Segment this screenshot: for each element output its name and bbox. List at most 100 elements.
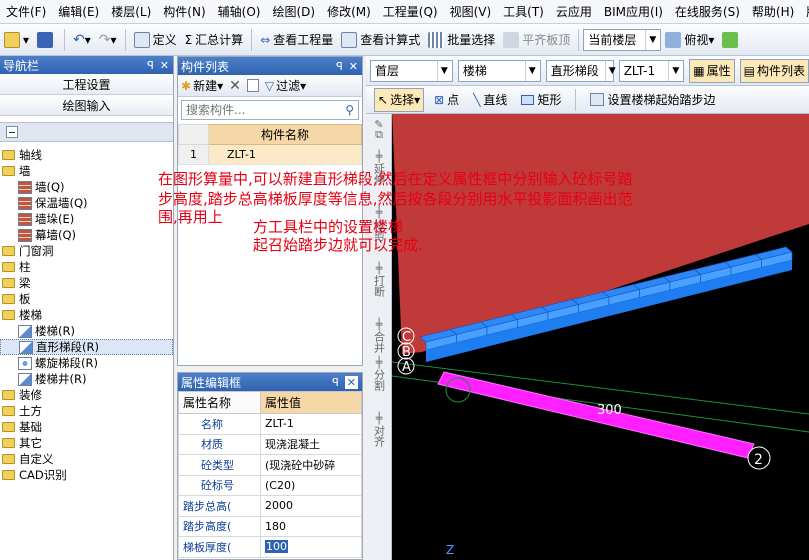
tree-item[interactable]: 楼梯(R)	[0, 323, 173, 339]
menu-item[interactable]: 辅轴(O)	[212, 3, 267, 20]
property-row[interactable]: 踏步总高(2000	[178, 495, 362, 517]
tree-folder[interactable]: 门窗洞	[0, 243, 173, 259]
menu-item[interactable]: 工具(T)	[497, 3, 550, 20]
menu-item[interactable]: 修改(M)	[321, 3, 377, 20]
view-formula-button[interactable]: 查看计算式	[337, 28, 424, 52]
tree-folder[interactable]: 板	[0, 291, 173, 307]
menu-item[interactable]: 版本号(B)	[800, 3, 809, 20]
open-button[interactable]: ▾	[0, 28, 33, 52]
line-button[interactable]: ╲ 直线	[469, 88, 511, 112]
define-button[interactable]: 定义	[130, 28, 181, 52]
tree-item[interactable]: 墙(Q)	[0, 179, 173, 195]
tree-item[interactable]: 楼梯井(R)	[0, 371, 173, 387]
property-btn-label: 属性	[706, 64, 731, 78]
property-row[interactable]: 材质 现浇混凝土	[178, 433, 362, 455]
menu-item[interactable]: 构件(N)	[157, 3, 211, 20]
vtool-item[interactable]: ╪ 合并	[366, 318, 392, 353]
property-value[interactable]: ZLT-1	[260, 413, 362, 435]
type-select[interactable]: 直形梯段 ▼	[545, 59, 616, 82]
tree-folder[interactable]: 自定义	[0, 451, 173, 467]
view-qty-button[interactable]: ⇔ 查看工程量	[256, 28, 337, 52]
tree-folder[interactable]: 装修	[0, 387, 173, 403]
tree-folder[interactable]: 楼梯	[0, 307, 173, 323]
align-slab-button[interactable]: 平齐板顶	[499, 28, 574, 52]
tree-folder[interactable]: 墙	[0, 163, 173, 179]
menu-item[interactable]: 楼层(L)	[105, 3, 157, 20]
search-icon[interactable]: ⚲	[345, 103, 354, 117]
collapse-icon[interactable]	[6, 126, 18, 138]
current-floor-select[interactable]: 当前楼层 ▼	[583, 28, 662, 51]
property-row[interactable]: 踏步高度(180	[178, 515, 362, 537]
tree-item[interactable]: 螺旋梯段(R)	[0, 355, 173, 371]
tree-folder[interactable]: 梁	[0, 275, 173, 291]
property-value[interactable]: (C20)	[260, 474, 362, 496]
menu-item[interactable]: 工程量(Q)	[377, 3, 444, 20]
point-button[interactable]: ⊠ 点	[430, 88, 463, 112]
table-row[interactable]: 1 ZLT-1	[178, 144, 362, 165]
menu-item[interactable]: 文件(F)	[0, 3, 52, 20]
rect-button[interactable]: 矩形	[517, 88, 565, 112]
property-value[interactable]: 100	[260, 536, 362, 558]
property-value[interactable]: 180	[260, 515, 362, 537]
undo-button[interactable]: ↶ ▾	[69, 28, 95, 52]
pin-icon[interactable]: ꟼ	[147, 59, 154, 72]
property-value[interactable]: (现浇砼中砂碎	[260, 454, 362, 476]
tree-item[interactable]: 墙垛(E)	[0, 211, 173, 227]
set-start-step-button[interactable]: 设置楼梯起始踏步边	[586, 88, 719, 112]
drawing-input-button[interactable]: 绘图输入	[0, 95, 173, 116]
beam[interactable]	[437, 371, 755, 459]
row-name[interactable]: ZLT-1	[208, 144, 362, 165]
property-row[interactable]: 砼标号 (C20)	[178, 474, 362, 496]
select-button[interactable]: ↖ 选择 ▾	[374, 87, 425, 112]
complist-toggle-button[interactable]: ▤ 构件列表	[739, 58, 809, 83]
view-mode-button[interactable]: 俯视 ▾	[661, 28, 718, 52]
property-row[interactable]: 砼类型 (现浇砼中砂碎	[178, 454, 362, 476]
pin-icon[interactable]: ꟼ	[336, 60, 343, 73]
tree-item[interactable]: 直形梯段(R)	[0, 339, 173, 355]
menu-item[interactable]: BIM应用(I)	[598, 3, 669, 20]
property-value[interactable]: 2000	[260, 495, 362, 517]
menu-item[interactable]: 绘图(D)	[266, 3, 321, 20]
tree-folder[interactable]: 土方	[0, 403, 173, 419]
tree-folder[interactable]: 轴线	[0, 147, 173, 163]
close-icon[interactable]: ✕	[349, 60, 358, 73]
tree-item-label: 墙(Q)	[35, 180, 65, 194]
tree-folder[interactable]: 其它	[0, 435, 173, 451]
floor-select[interactable]: 首层 ▼	[370, 59, 453, 82]
component-select[interactable]: ZLT-1 ▼	[618, 59, 685, 82]
delete-icon[interactable]: ✕	[229, 78, 241, 94]
tree-folder[interactable]: 柱	[0, 259, 173, 275]
batch-select-button[interactable]: 批量选择	[424, 28, 499, 52]
menu-item[interactable]: 视图(V)	[444, 3, 498, 20]
redo-button[interactable]: ↷ ▾	[95, 28, 121, 52]
more-tools-button[interactable]	[718, 28, 745, 52]
vtool-item[interactable]: ╪ 分割	[366, 356, 392, 391]
close-icon[interactable]: ✕	[344, 375, 358, 389]
copy-icon[interactable]	[246, 79, 259, 92]
new-component-button[interactable]: ✱ 新建 ▾	[181, 74, 223, 98]
menu-item[interactable]: 在线服务(S)	[669, 3, 746, 20]
property-row[interactable]: 名称 ZLT-1	[178, 413, 362, 435]
vtool-item[interactable]: ╪ 对齐	[366, 412, 392, 447]
property-value[interactable]: 现浇混凝土	[260, 433, 362, 455]
search-input[interactable]	[186, 103, 326, 117]
pin-icon[interactable]: ꟼ	[332, 376, 339, 389]
tree-item-label: 板	[19, 292, 31, 306]
menu-item[interactable]: 云应用	[550, 3, 598, 20]
vtool-item[interactable]: ╪ 打断	[366, 262, 392, 297]
property-row[interactable]: 梯板厚度(100	[178, 536, 362, 558]
save-button[interactable]	[33, 28, 60, 52]
close-icon[interactable]: ✕	[160, 59, 169, 72]
edit-tool-icon[interactable]: ⧉	[366, 128, 392, 141]
menu-item[interactable]: 编辑(E)	[52, 3, 105, 20]
sum-button[interactable]: Σ 汇总计算	[181, 28, 248, 52]
tree-item[interactable]: 保温墙(Q)	[0, 195, 173, 211]
filter-button[interactable]: ▽ 过滤 ▾	[265, 74, 306, 98]
project-settings-button[interactable]: 工程设置	[0, 74, 173, 95]
property-toggle-button[interactable]: ▦ 属性	[689, 58, 735, 83]
tree-item[interactable]: 幕墙(Q)	[0, 227, 173, 243]
menu-item[interactable]: 帮助(H)	[746, 3, 800, 20]
tree-folder[interactable]: CAD识别	[0, 467, 173, 483]
tree-folder[interactable]: 基础	[0, 419, 173, 435]
category-select[interactable]: 楼梯 ▼	[457, 59, 541, 82]
